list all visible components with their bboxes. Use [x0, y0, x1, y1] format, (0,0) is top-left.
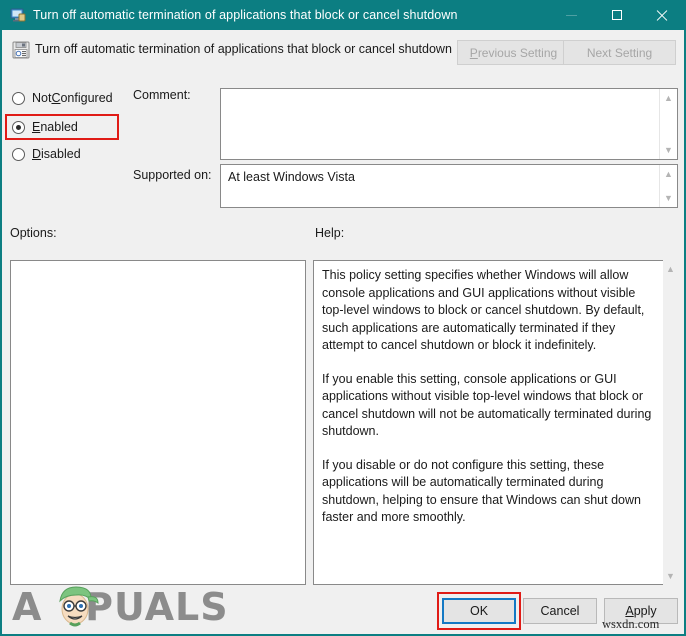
help-text: This policy setting specifies whether Wi…: [322, 267, 660, 543]
chevron-up-icon[interactable]: ▲: [660, 166, 677, 182]
next-setting-button[interactable]: Next Setting: [563, 40, 676, 65]
title-bar: Turn off automatic termination of applic…: [2, 0, 684, 30]
group-policy-setting-dialog: Turn off automatic termination of applic…: [0, 0, 686, 636]
supported-on-label: Supported on:: [133, 168, 212, 182]
chevron-down-icon[interactable]: ▼: [660, 142, 677, 158]
cancel-label: Cancel: [540, 604, 580, 618]
chevron-down-icon[interactable]: ▼: [660, 190, 677, 206]
supported-on-field[interactable]: At least Windows Vista ▲ ▼: [220, 164, 678, 208]
previous-setting-mnemonic: P: [469, 45, 478, 60]
appuals-logo: A PUALS: [12, 585, 228, 630]
policy-header: Turn off automatic termination of applic…: [2, 30, 684, 78]
radio-label-not-configured-after: onfigured: [60, 91, 113, 105]
radio-label-enabled: nabled: [40, 120, 78, 134]
next-setting-label: Next Setting: [586, 45, 653, 60]
ok-label: OK: [469, 604, 489, 618]
radio-enabled[interactable]: Enabled: [12, 120, 78, 134]
radio-disabled[interactable]: Disabled: [12, 147, 81, 161]
previous-setting-label: revious Setting: [477, 45, 558, 60]
minimize-icon[interactable]: [549, 0, 594, 30]
previous-setting-button[interactable]: Previous Setting: [457, 40, 570, 65]
comment-input[interactable]: ▲ ▼: [220, 88, 678, 160]
window-controls: [549, 0, 684, 30]
site-watermark: wsxdn.com: [602, 617, 660, 631]
cancel-button[interactable]: Cancel: [523, 598, 597, 624]
chevron-up-icon[interactable]: ▲: [663, 261, 678, 277]
radio-label-not-configured-before: Not: [32, 91, 52, 105]
options-panel[interactable]: [10, 260, 306, 585]
appuals-logo-text: A PUALS: [12, 585, 229, 629]
radio-mnemonic-not-configured: C: [51, 91, 61, 105]
close-icon[interactable]: [639, 0, 684, 30]
comment-scrollbar[interactable]: ▲ ▼: [659, 89, 677, 159]
help-paragraph: If you enable this setting, console appl…: [322, 371, 652, 439]
radio-not-configured[interactable]: Not Configured: [12, 91, 113, 105]
window-title: Turn off automatic termination of applic…: [33, 8, 458, 22]
chevron-up-icon[interactable]: ▲: [660, 90, 677, 106]
supported-on-value: At least Windows Vista: [228, 170, 355, 184]
ok-button[interactable]: OK: [442, 598, 516, 624]
apply-label: pply: [633, 604, 657, 618]
maximize-icon[interactable]: [594, 0, 639, 30]
help-scrollbar[interactable]: ▲ ▼: [663, 260, 678, 585]
computer-policy-icon: [10, 7, 26, 23]
comment-label: Comment:: [133, 88, 191, 102]
policy-title: Turn off automatic termination of applic…: [35, 42, 452, 56]
appuals-mascot-icon: [59, 586, 99, 627]
radio-mnemonic-disabled: D: [32, 147, 42, 161]
help-paragraph: If you disable or do not configure this …: [322, 457, 641, 525]
apply-mnemonic: A: [625, 604, 634, 618]
policy-setting-icon: [12, 41, 30, 59]
options-label: Options:: [10, 226, 57, 240]
help-paragraph: This policy setting specifies whether Wi…: [322, 268, 645, 352]
help-label: Help:: [315, 226, 345, 240]
radio-mnemonic-enabled: E: [32, 120, 41, 134]
radio-mark-disabled: [12, 147, 25, 161]
chevron-down-icon[interactable]: ▼: [663, 568, 678, 584]
radio-mark-not-configured: [12, 91, 25, 105]
help-panel: This policy setting specifies whether Wi…: [313, 260, 678, 585]
radio-mark-enabled: [12, 120, 25, 134]
supported-on-scrollbar[interactable]: ▲ ▼: [659, 165, 677, 207]
radio-label-disabled: isabled: [41, 147, 81, 161]
